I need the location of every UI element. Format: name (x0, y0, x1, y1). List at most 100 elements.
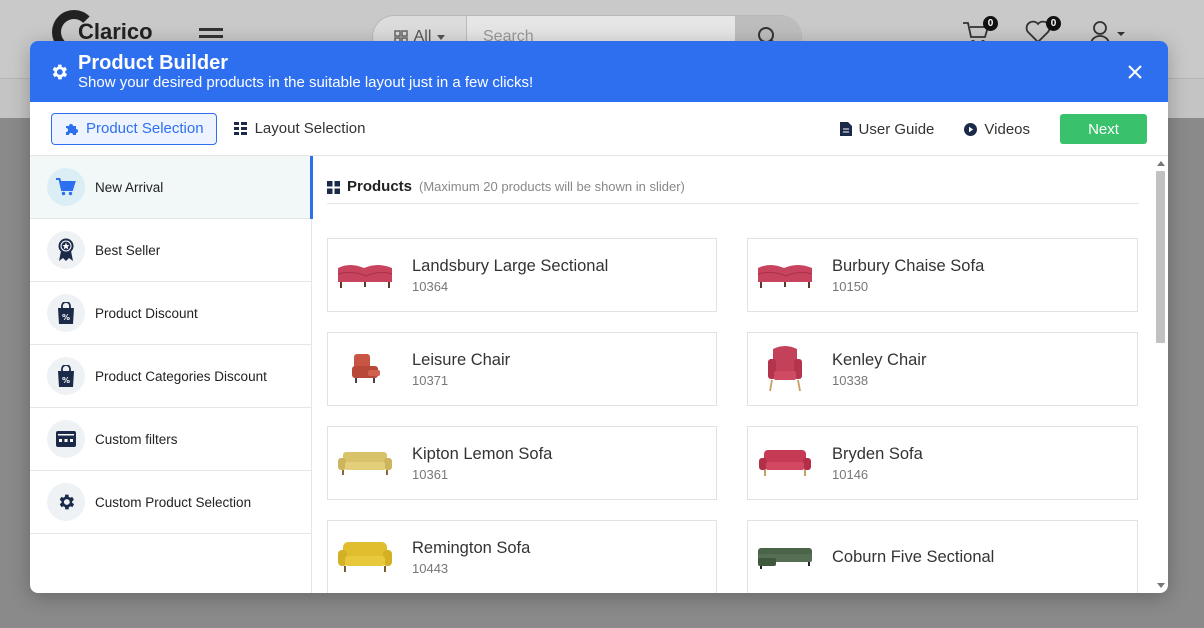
product-image (336, 349, 394, 389)
award-ribbon-icon (58, 238, 74, 261)
svg-text:%: % (62, 376, 70, 385)
product-name: Kenley Chair (832, 351, 927, 369)
modal-header: Product Builder Show your desired produc… (30, 41, 1168, 102)
product-code: 10146 (832, 467, 869, 482)
modal-toolbar: Product Selection Layout Selection User … (30, 102, 1168, 156)
product-code: 10361 (412, 467, 449, 482)
sectional-sofa-icon (758, 548, 812, 569)
sidebar-item-custom-product-selection[interactable]: Custom Product Selection (30, 471, 311, 534)
chevron-down-icon (437, 34, 446, 40)
scroll-down-arrow[interactable] (1157, 583, 1165, 588)
sidebar-item-new-arrival[interactable]: New Arrival (30, 156, 313, 219)
modal-title: Product Builder (78, 51, 229, 74)
gear-icon (52, 64, 68, 79)
sidebar-item-label: Product Categories Discount (95, 368, 267, 384)
products-note: (Maximum 20 products will be shown in sl… (419, 179, 685, 194)
play-circle-icon (964, 122, 978, 136)
sofa-icon (338, 452, 392, 475)
next-button[interactable]: Next (1060, 114, 1147, 144)
sidebar-item-label: Best Seller (95, 242, 161, 258)
user-guide-link[interactable]: User Guide (839, 120, 935, 138)
side-icon-wrap (47, 231, 85, 269)
sectional-sofa-icon (337, 265, 393, 288)
sofa-icon (759, 450, 811, 476)
product-image (336, 537, 394, 577)
tab-label: Layout Selection (254, 120, 366, 137)
cart-count-badge: 0 (983, 16, 998, 31)
side-icon-wrap (47, 483, 85, 521)
filter-panel-icon (56, 431, 76, 447)
sidebar-item-label: New Arrival (95, 179, 164, 195)
product-image (756, 346, 814, 392)
cart-icon (56, 178, 76, 196)
product-image (336, 443, 394, 483)
close-icon[interactable] (1128, 65, 1142, 79)
product-name: Kipton Lemon Sofa (412, 445, 553, 463)
side-icon-wrap: % (47, 294, 85, 332)
side-icon-wrap (47, 168, 85, 206)
user-guide-label: User Guide (858, 120, 935, 138)
armchair-icon (768, 346, 802, 392)
product-code: 10338 (832, 373, 869, 388)
product-code: 10371 (412, 373, 449, 388)
discount-bag-icon: % (58, 302, 74, 324)
sectional-sofa-icon (757, 265, 813, 288)
product-name: Remington Sofa (412, 539, 531, 557)
product-image (756, 255, 814, 295)
sidebar-item-label: Custom Product Selection (95, 494, 252, 510)
document-icon (839, 122, 852, 136)
side-icon-wrap (47, 420, 85, 458)
recliner-chair-icon (352, 354, 380, 383)
product-image (336, 255, 394, 295)
product-name: Bryden Sofa (832, 445, 923, 463)
product-image (756, 537, 814, 577)
wishlist-count-badge: 0 (1046, 16, 1061, 31)
product-name: Landsbury Large Sectional (412, 257, 609, 275)
sidebar-item-best-seller[interactable]: Best Seller (30, 219, 311, 282)
side-icon-wrap: % (47, 357, 85, 395)
scroll-up-arrow[interactable] (1157, 161, 1165, 166)
product-name: Burbury Chaise Sofa (832, 257, 985, 275)
products-scrollbar[interactable] (1154, 158, 1166, 591)
puzzle-icon (66, 123, 78, 135)
products-title: Products (347, 178, 413, 195)
videos-label: Videos (984, 120, 1030, 138)
tab-product-selection[interactable]: Product Selection (51, 112, 217, 145)
scroll-thumb[interactable] (1156, 171, 1165, 343)
toolbar-actions: User Guide Videos Next (839, 102, 1147, 156)
product-card[interactable]: Kipton Lemon Sofa 10361 (327, 426, 717, 500)
sofa-icon (338, 542, 392, 572)
product-card[interactable]: Bryden Sofa 10146 (747, 426, 1138, 500)
products-header: Products (Maximum 20 products will be sh… (327, 178, 1139, 204)
product-code: 10443 (412, 561, 449, 576)
sidebar: New Arrival Best Seller % Product Discou… (30, 156, 313, 593)
products-panel: Products (Maximum 20 products will be sh… (312, 156, 1168, 593)
sidebar-item-product-discount[interactable]: % Product Discount (30, 282, 311, 345)
product-builder-modal: Product Builder Show your desired produc… (30, 41, 1168, 593)
videos-link[interactable]: Videos (964, 121, 1030, 138)
sidebar-item-custom-filters[interactable]: Custom filters (30, 408, 311, 471)
sidebar-item-product-categories-discount[interactable]: % Product Categories Discount (30, 345, 311, 408)
modal-subtitle: Show your desired products in the suitab… (78, 73, 534, 91)
grid-icon (327, 181, 340, 194)
product-card[interactable]: Landsbury Large Sectional 10364 (327, 238, 717, 312)
svg-text:%: % (62, 313, 70, 322)
product-grid: Landsbury Large Sectional 10364 Burbury … (327, 238, 1139, 593)
gear-icon (59, 494, 75, 510)
modal-content: New Arrival Best Seller % Product Discou… (30, 156, 1168, 593)
product-card[interactable]: Coburn Five Sectional (747, 520, 1138, 593)
product-card[interactable]: Kenley Chair 10338 (747, 332, 1138, 406)
product-image (756, 443, 814, 483)
sidebar-item-label: Product Discount (95, 305, 198, 321)
product-card[interactable]: Remington Sofa 10443 (327, 520, 717, 593)
tab-label: Product Selection (86, 120, 204, 137)
product-card[interactable]: Burbury Chaise Sofa 10150 (747, 238, 1138, 312)
sidebar-item-label: Custom filters (95, 431, 178, 447)
product-name: Coburn Five Sectional (832, 548, 995, 566)
product-code: 10364 (412, 279, 449, 294)
product-code: 10150 (832, 279, 869, 294)
product-card[interactable]: Leisure Chair 10371 (327, 332, 717, 406)
product-name: Leisure Chair (412, 351, 511, 369)
tab-layout-selection[interactable]: Layout Selection (222, 113, 378, 145)
discount-bag-icon: % (58, 365, 74, 387)
